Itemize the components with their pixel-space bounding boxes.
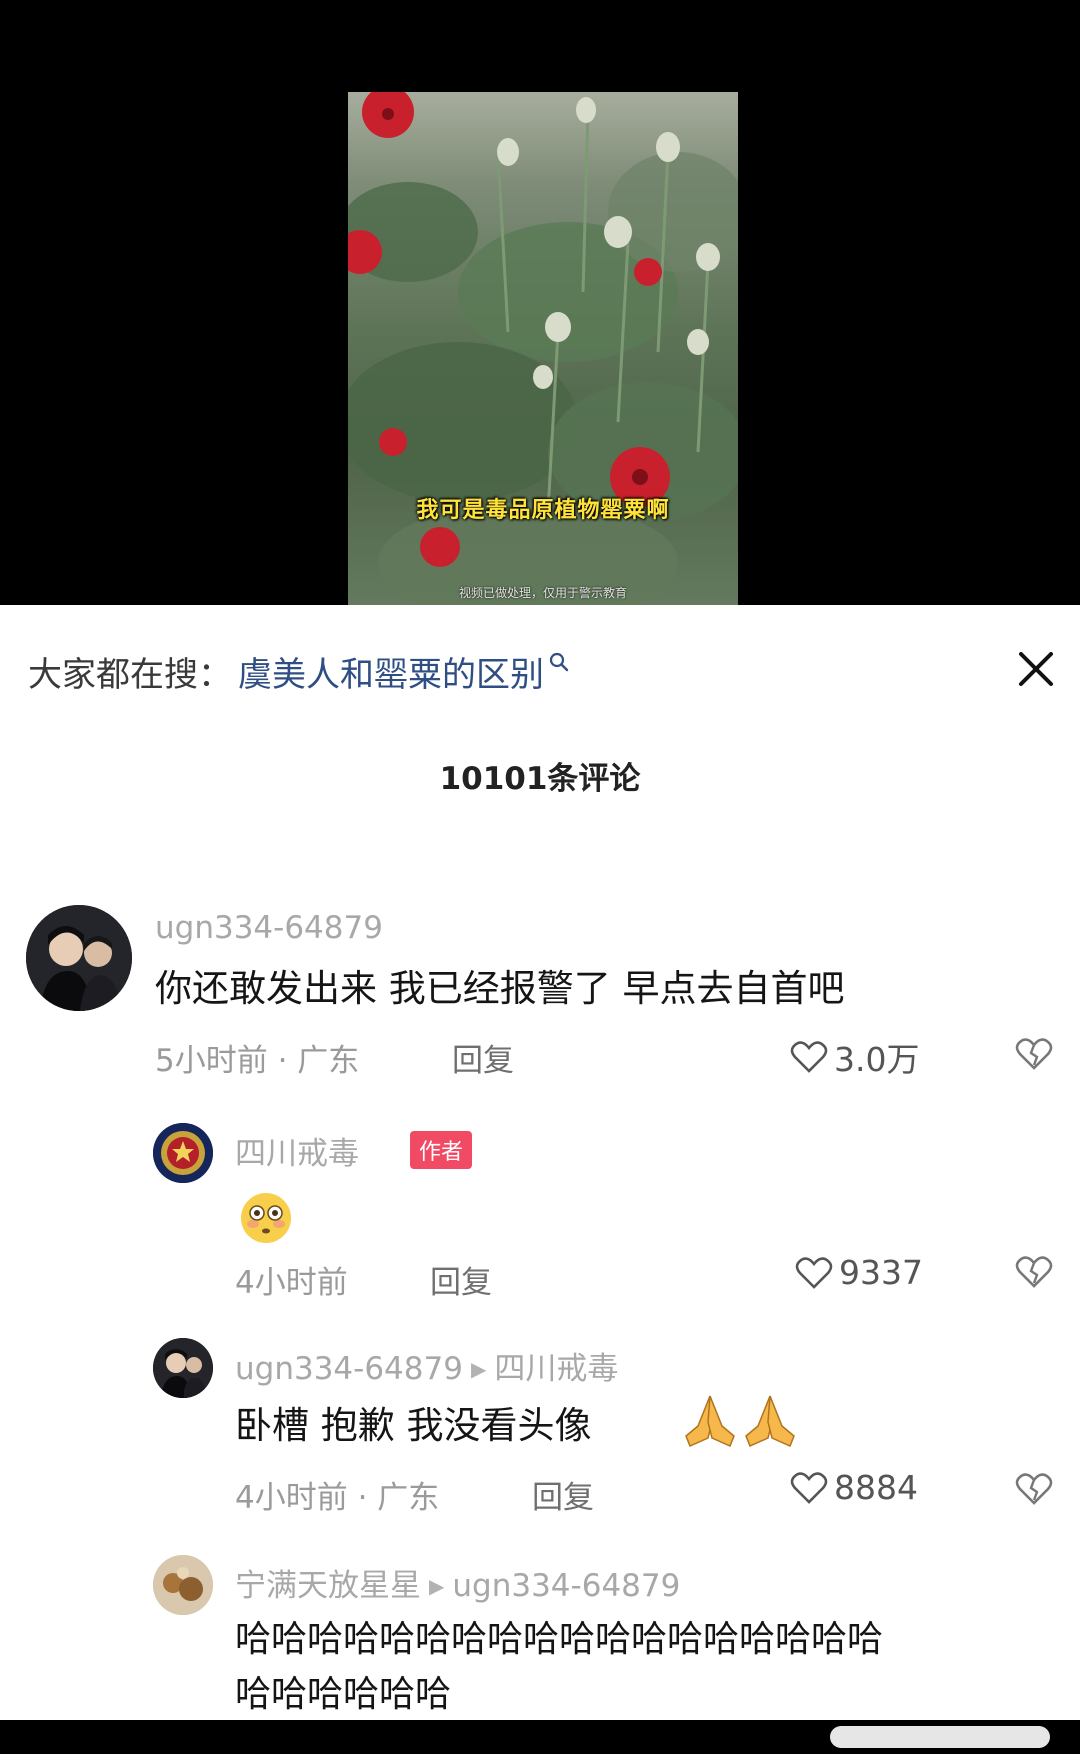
close-icon (1019, 652, 1053, 686)
comment-username[interactable]: 宁满天放星星 ▶ ugn334-64879 (235, 1560, 680, 1605)
avatar-photo (153, 1555, 213, 1615)
comment-time-location: 4小时前 · 广东 (235, 1480, 440, 1516)
reply-button[interactable]: 回复 (532, 1472, 594, 1517)
dislike-icon[interactable] (1015, 1037, 1053, 1071)
avatar-photo (153, 1338, 213, 1398)
avatar[interactable] (153, 1555, 213, 1615)
poppy-field-image (348, 92, 738, 605)
trending-search-term[interactable]: 虞美人和罂粟的区别 (238, 647, 544, 696)
reply-button[interactable]: 回复 (430, 1257, 492, 1302)
folded-hands-emoji (685, 1395, 795, 1448)
reply-to-username[interactable]: 四川戒毒 (494, 1351, 618, 1387)
avatar[interactable] (26, 905, 132, 1011)
search-icon[interactable] (548, 651, 570, 673)
avatar[interactable] (153, 1123, 213, 1183)
heart-icon (790, 1471, 828, 1504)
comment-text-line-2: 哈哈哈哈哈哈 (235, 1674, 452, 1715)
like-count: 9337 (839, 1253, 923, 1292)
heart-icon (790, 1041, 828, 1073)
close-button[interactable] (1010, 643, 1062, 695)
flushed-face-emoji (241, 1193, 291, 1243)
comment-username-text[interactable]: ugn334-64879 (235, 1351, 463, 1387)
police-badge-icon (153, 1123, 213, 1183)
reply-button[interactable]: 回复 (452, 1035, 514, 1080)
comment-time-location: 5小时前 · 广东 (155, 1043, 360, 1079)
comment-text-line-1: 哈哈哈哈哈哈哈哈哈哈哈哈哈哈哈哈哈哈 (235, 1619, 884, 1660)
like-count: 3.0万 (834, 1040, 920, 1079)
like-button[interactable]: 9337 (795, 1253, 923, 1292)
video-watermark: 视频已做处理，仅用于警示教育 (458, 586, 627, 600)
reply-to-username[interactable]: ugn334-64879 (452, 1568, 680, 1604)
comment-username-text[interactable]: 宁满天放星星 (235, 1568, 421, 1604)
heart-icon (795, 1256, 833, 1289)
comment-sheet: 大家都在搜： 虞美人和罂粟的区别 10101条评论 ugn334-64879 你… (0, 605, 1080, 1720)
comment-username[interactable]: 四川戒毒 (235, 1128, 359, 1173)
like-button[interactable]: 3.0万 (790, 1033, 919, 1081)
trending-search-label: 大家都在搜： (28, 654, 232, 695)
trending-search-bar[interactable]: 大家都在搜： 虞美人和罂粟的区别 (28, 647, 570, 695)
avatar-photo (26, 905, 132, 1011)
comment-count: 10101条评论 (439, 761, 641, 797)
comment-username[interactable]: ugn334-64879 (155, 910, 383, 946)
reply-arrow-icon: ▶ (429, 1574, 445, 1598)
comment-time: 4小时前 (235, 1265, 348, 1301)
bottom-watermark (830, 1726, 1050, 1748)
author-badge: 作者 (410, 1131, 473, 1169)
video-frame[interactable]: 我可是毒品原植物罂粟啊 视频已做处理，仅用于警示教育 (348, 92, 738, 605)
video-player[interactable]: 我可是毒品原植物罂粟啊 视频已做处理，仅用于警示教育 (0, 0, 1080, 605)
video-subtitle: 我可是毒品原植物罂粟啊 (416, 498, 670, 523)
avatar[interactable] (153, 1338, 213, 1398)
comment-text: 卧槽 抱歉 我没看头像 (235, 1404, 592, 1447)
like-button[interactable]: 8884 (790, 1468, 918, 1507)
like-count: 8884 (834, 1468, 918, 1507)
dislike-icon[interactable] (1015, 1255, 1053, 1289)
bottom-bar (0, 1720, 1080, 1754)
dislike-icon[interactable] (1015, 1472, 1053, 1506)
reply-arrow-icon: ▶ (470, 1357, 487, 1381)
comment-text: 你还敢发出来 我已经报警了 早点去自首吧 (155, 967, 845, 1010)
comment-username[interactable]: ugn334-64879 ▶ 四川戒毒 (235, 1343, 618, 1388)
